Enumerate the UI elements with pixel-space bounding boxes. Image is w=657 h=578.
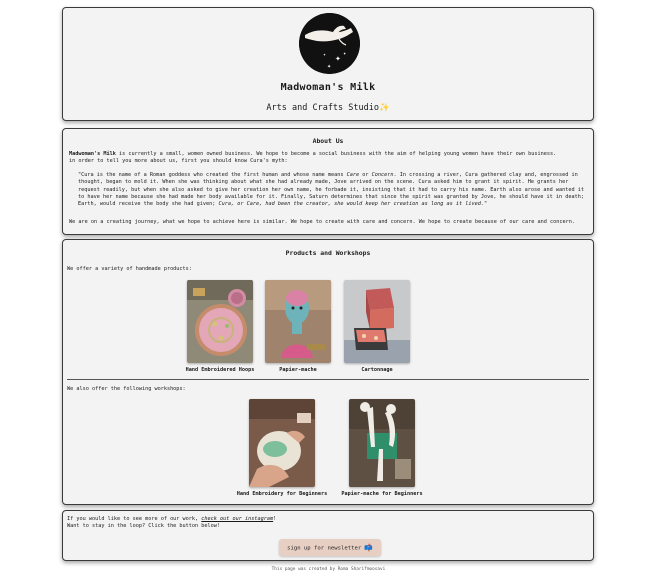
workshops-intro: We also offer the following workshops: <box>67 386 186 392</box>
products-intro: We offer a variety of handmade products: <box>67 266 192 272</box>
products-card: Products and Workshops We offer a variet… <box>62 239 594 505</box>
embroidery-workshop-photo <box>249 399 315 487</box>
product-hoops-label: Hand Embroidered Hoops <box>185 367 255 373</box>
about-intro: Madwoman's Milk is currently a small, wo… <box>69 151 589 166</box>
site-subtitle-text: Arts and Crafts Studio <box>266 103 379 113</box>
quote-text: "Cura is the name of a Roman goddess who… <box>78 172 347 178</box>
papier-mache-workshop-photo <box>349 399 415 487</box>
sparkles-icon: ✨ <box>379 103 390 113</box>
newsletter-prompt: Want to stay in the loop? Click the butt… <box>67 523 221 529</box>
instagram-line-text: If you would like to see more of our wor… <box>67 516 202 522</box>
workshop-embroidery-label: Hand Embroidery for Beginners <box>236 491 328 497</box>
cura-myth-quote: "Cura is the name of a Roman goddess who… <box>78 172 588 208</box>
svg-text:✦: ✦ <box>335 55 341 63</box>
products-title: Products and Workshops <box>285 249 371 257</box>
quote-care: Care <box>346 172 360 178</box>
mailbox-icon: 📫 <box>364 543 373 552</box>
about-intro-line2: in order to tell you more about us, firs… <box>69 158 288 165</box>
footer-credit: This page was created by Roma Sharifmoos… <box>271 567 386 572</box>
papier-mache-photo <box>265 280 331 363</box>
product-cartonnage[interactable]: Cartonnage <box>332 280 422 373</box>
workshop-embroidery[interactable]: Hand Embroidery for Beginners <box>227 399 337 497</box>
newsletter-button-label: sign up for newsletter <box>287 545 362 551</box>
product-cartonnage-label: Cartonnage <box>361 367 393 373</box>
quote-or: or <box>359 172 372 178</box>
hoop-photo <box>187 280 253 363</box>
workshop-papier-mache[interactable]: Papier-mache for Beginners <box>332 399 432 497</box>
product-papier-mache-label: Papier-mache <box>279 367 317 373</box>
logo-hand-stars-icon: ✦ ✦ ✦ ✦ <box>299 13 360 74</box>
site-subtitle: Arts and Crafts Studio✨ <box>63 103 593 113</box>
quote-close: " <box>484 201 488 208</box>
product-papier-mache[interactable]: Papier-mache <box>253 280 343 373</box>
cartonnage-photo <box>344 280 410 363</box>
newsletter-signup-button[interactable]: sign up for newsletter 📫 <box>279 539 381 556</box>
about-closing: We are on a creating journey, what we ho… <box>69 219 575 225</box>
quote-end: Cura, or Care, had been the creator, she… <box>218 201 485 208</box>
workshop-papier-mache-label: Papier-mache for Beginners <box>341 491 423 497</box>
site-title: Madwoman's Milk <box>280 82 376 93</box>
header-card: ✦ ✦ ✦ ✦ Madwoman's Milk Arts and Crafts … <box>62 7 594 121</box>
social-card: If you would like to see more of our wor… <box>62 510 594 561</box>
about-intro-text: is currently a small, women owned busine… <box>115 151 557 157</box>
about-title: About Us <box>312 137 344 145</box>
quote-concern: Concern <box>371 172 394 178</box>
instagram-line-suffix: ! <box>273 516 277 522</box>
instagram-link[interactable]: check out our instagram <box>201 516 273 522</box>
product-hoops[interactable]: Hand Embroidered Hoops <box>175 280 265 373</box>
about-card: About Us Madwoman's Milk is currently a … <box>62 128 594 235</box>
svg-text:✦: ✦ <box>323 53 326 57</box>
brand-name: Madwoman's Milk <box>69 151 116 157</box>
section-divider <box>67 379 589 380</box>
svg-text:✦: ✦ <box>327 64 331 70</box>
